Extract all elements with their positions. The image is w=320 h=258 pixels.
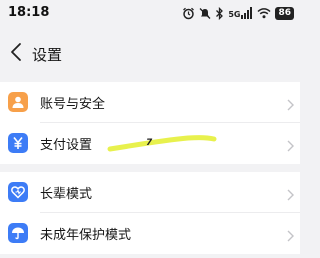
chevron-right-icon [287,96,294,115]
back-button[interactable] [4,40,28,68]
settings-item-elder-mode[interactable]: 长辈模式 [0,172,300,213]
highlighter-scribble [107,135,217,152]
network-type-label: 5G [228,10,241,19]
settings-item-minor-protection[interactable]: 未成年保护模式 [0,213,300,254]
chevron-right-icon [287,186,294,205]
page-title: 设置 [32,46,63,64]
bluetooth-icon [215,6,224,20]
settings-item-label: 长辈模式 [40,187,93,202]
heart-icon [8,182,28,202]
battery-icon: 86 [275,6,294,20]
wifi-icon [257,7,271,19]
signal-icon: 5G [228,7,253,19]
chevron-left-icon [10,42,22,66]
chevron-right-icon [287,227,294,246]
nav-bar: 设置 [0,38,300,72]
status-time: 18:18 [8,5,50,20]
status-icons: 5G 86 [182,5,294,21]
person-icon [8,92,28,112]
settings-item-label: 支付设置 [40,138,93,153]
settings-group-modes: 长辈模式 未成年保护模式 [0,172,300,254]
settings-item-label: 账号与安全 [40,97,106,112]
settings-item-label: 未成年保护模式 [40,228,132,243]
status-bar: 18:18 5G 86 [0,0,300,28]
umbrella-icon [8,223,28,243]
scribble-mark: 7 [146,138,153,148]
chevron-right-icon [287,137,294,156]
alarm-icon [182,7,195,20]
mute-icon [199,7,211,20]
settings-item-account-security[interactable]: 账号与安全 [0,82,300,123]
yen-icon [8,133,28,153]
